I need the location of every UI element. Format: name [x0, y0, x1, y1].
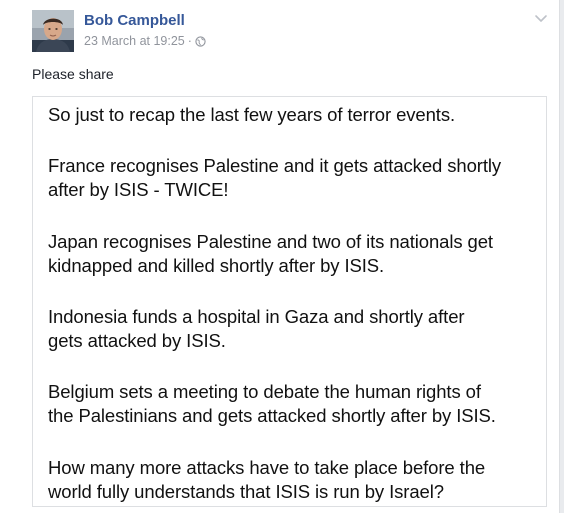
image-text-line: after by ISIS - TWICE!: [48, 179, 229, 200]
globe-icon[interactable]: [195, 35, 206, 47]
image-text-line: Belgium sets a meeting to debate the hum…: [48, 381, 481, 402]
image-text-line: the Palestinians and gets attacked short…: [48, 405, 496, 426]
image-text-line: Japan recognises Palestine and two of it…: [48, 231, 493, 252]
chevron-down-icon[interactable]: [533, 12, 549, 24]
post-timestamp[interactable]: 23 March at 19:25: [84, 34, 185, 48]
image-text-line: So just to recap the last few years of t…: [48, 104, 456, 125]
post-card: Bob Campbell 23 March at 19:25 · Please …: [0, 0, 560, 513]
image-text-line: France recognises Palestine and it gets …: [48, 155, 502, 176]
avatar[interactable]: [32, 10, 74, 52]
image-text-line: kidnapped and killed shortly after by IS…: [48, 255, 385, 276]
post-status-text: Please share: [32, 66, 114, 82]
post-meta: 23 March at 19:25 ·: [84, 34, 206, 48]
meta-separator: ·: [187, 34, 192, 48]
image-text-line: How many more attacks have to take place…: [48, 457, 486, 478]
shared-image[interactable]: So just to recap the last few years of t…: [32, 96, 547, 507]
image-text-line: world fully understands that ISIS is run…: [48, 481, 444, 502]
author-name[interactable]: Bob Campbell: [84, 12, 185, 29]
image-text-line: Indonesia funds a hospital in Gaza and s…: [48, 306, 465, 327]
image-text-line: gets attacked by ISIS.: [48, 330, 226, 351]
profile-photo: [32, 10, 74, 52]
